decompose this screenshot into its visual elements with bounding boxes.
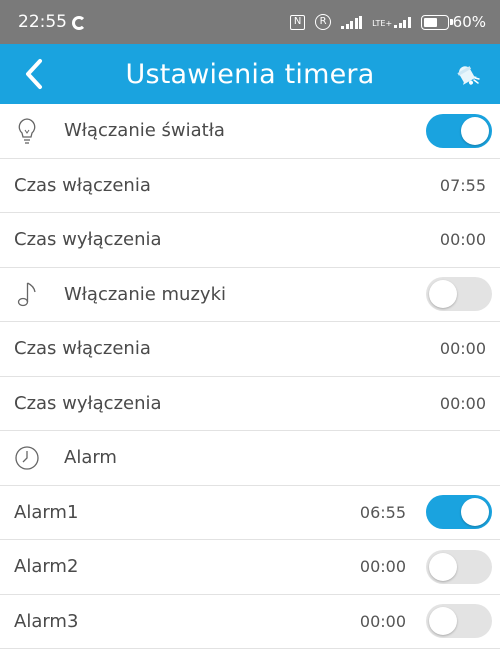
music-section-row: Włączanie muzyki: [0, 268, 500, 322]
network-label: LTE+: [372, 18, 393, 28]
nfc-icon: N: [290, 14, 306, 30]
page-title: Ustawienia timera: [125, 58, 375, 90]
alarm-label: Alarm2: [14, 556, 79, 578]
signal-icon: [341, 15, 363, 29]
alarm-section-row: Alarm: [0, 431, 500, 486]
alarm-time[interactable]: 06:55: [360, 503, 406, 522]
chevron-left-icon: [26, 59, 42, 89]
music-on-time: 00:00: [439, 339, 486, 359]
music-off-label: Czas wyłączenia: [14, 392, 162, 414]
music-off-time: 00:00: [439, 393, 486, 413]
music-section-label: Włączanie muzyki: [64, 283, 226, 305]
lightbulb-icon: [14, 116, 40, 146]
back-button[interactable]: [14, 54, 54, 94]
alarm-row[interactable]: Alarm1 06:55: [0, 486, 500, 540]
alarm-time[interactable]: 00:00: [360, 557, 406, 576]
battery-icon: [420, 14, 453, 30]
timer-settings-list: Włączanie światła Czas włączenia 07:55 C…: [0, 104, 500, 649]
alarm-time[interactable]: 00:00: [360, 612, 406, 631]
clock-icon: [14, 443, 40, 473]
status-bar: 22:55 N R LTE+ 60%: [0, 0, 500, 44]
alarm-label: Alarm1: [14, 501, 79, 523]
alarm-toggle[interactable]: [426, 549, 492, 584]
music-note-icon: [14, 279, 40, 309]
light-on-time-row[interactable]: Czas włączenia 07:55: [0, 159, 500, 213]
app-header: Ustawienia timera: [0, 44, 500, 104]
light-on-label: Czas włączenia: [14, 174, 151, 196]
alarm-toggle[interactable]: [426, 604, 492, 639]
light-section-row: Włączanie światła: [0, 104, 500, 159]
alarm-row[interactable]: Alarm2 00:00: [0, 540, 500, 595]
alarm-row[interactable]: Alarm3 00:00: [0, 595, 500, 649]
light-off-label: Czas wyłączenia: [14, 229, 162, 251]
alarm-toggle[interactable]: [426, 495, 492, 530]
alarm-label: Alarm3: [14, 610, 79, 632]
music-on-label: Czas włączenia: [14, 338, 151, 360]
music-toggle[interactable]: [426, 277, 492, 312]
notification-button[interactable]: [446, 54, 486, 94]
light-on-time: 07:55: [439, 175, 486, 195]
lte-signal-icon: LTE+: [372, 16, 411, 28]
light-off-time-row[interactable]: Czas wyłączenia 00:00: [0, 213, 500, 268]
alarm-section-label: Alarm: [64, 447, 117, 469]
status-time: 22:55: [18, 12, 67, 32]
light-section-label: Włączanie światła: [64, 120, 225, 142]
battery-indicator: 60%: [420, 13, 486, 31]
status-icons: N R LTE+ 60%: [290, 13, 486, 31]
google-icon: [72, 16, 86, 30]
battery-percent: 60%: [452, 13, 486, 31]
light-off-time: 00:00: [439, 230, 486, 250]
music-off-time-row[interactable]: Czas wyłączenia 00:00: [0, 377, 500, 431]
music-on-time-row[interactable]: Czas włączenia 00:00: [0, 322, 500, 377]
registered-icon: R: [315, 14, 332, 30]
light-toggle[interactable]: [426, 113, 492, 148]
bell-icon: [457, 66, 480, 85]
